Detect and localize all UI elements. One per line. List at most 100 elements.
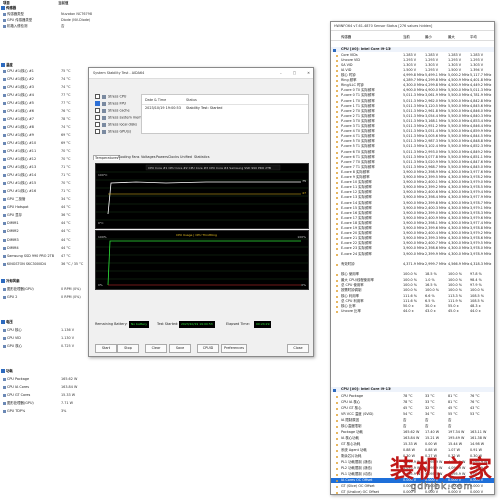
maximize-icon[interactable]: □ <box>293 68 296 78</box>
sensor-section[interactable]: 冷却风扇 <box>0 278 92 284</box>
sensor-row[interactable]: CPU #1/核心 #1 75 °C <box>0 68 92 74</box>
stress-option[interactable]: Stress system memory <box>95 115 147 120</box>
stress-option[interactable]: Stress CPU <box>95 94 126 99</box>
col-average[interactable]: 平均 <box>470 35 477 40</box>
col-maximum[interactable]: 最大 <box>448 35 455 40</box>
hwinfo-sensor-row[interactable]: CPU Package 78 °C 33 °C 81 °C 76 °C <box>331 394 494 399</box>
sensor-row[interactable]: CPU #1/核心 #9 69 °C <box>0 132 92 138</box>
stability-button[interactable]: Clear <box>145 344 167 353</box>
sensor-row[interactable]: DIMM3 44 °C <box>0 237 92 243</box>
sensor-row[interactable]: GPU 显存 36 °C <box>0 212 92 218</box>
stability-button[interactable]: Close <box>287 344 309 353</box>
stability-button[interactable]: Stop <box>117 344 139 353</box>
sensor-section[interactable]: 电压 <box>0 319 92 325</box>
graph-tab[interactable]: Unified <box>180 155 192 159</box>
stress-option[interactable]: Stress local disks <box>95 122 137 127</box>
sensor-row[interactable]: GPU 核心 0.725 V <box>0 343 92 349</box>
stability-button[interactable]: CPUID <box>197 344 219 353</box>
stability-button[interactable]: Save <box>169 344 191 353</box>
col-current[interactable]: 当前 <box>403 35 410 40</box>
sensor-row[interactable]: CPU #1/核心 #15 70 °C <box>0 180 92 186</box>
hwinfo-sensor-row[interactable]: IA 核心功耗 163.84 W 15.21 W 195.49 W 161.38 W <box>331 436 494 441</box>
stability-button[interactable]: Preferences <box>221 344 247 353</box>
sensor-row[interactable]: KINGSTON SKC3000D4 36 °C / 35 °C <box>0 261 92 267</box>
hwinfo-sensor-row[interactable]: 按需时钟调制 100.0 % 100.0 % 100.0 % 100.0 % <box>331 288 494 293</box>
sensor-row[interactable]: CPU #1/核心 #11 70 °C <box>0 148 92 154</box>
sensor-row[interactable]: CPU #1/核心 #14 71 °C <box>0 172 92 178</box>
hwinfo-sensor-row[interactable]: 有效时钟 4,371.9 MHz 2,999.7 MHz 4,566.9 MHz 4,3… <box>331 262 494 267</box>
hwinfo-sensor-row[interactable]: CPU IA 核心 78 °C 33 °C 81 °C 76 °C <box>331 400 494 405</box>
sensor-row[interactable]: CPU #1/核心 #8 74 °C <box>0 124 92 130</box>
hwinfo-sensor-row[interactable]: P-core 0 T1 实际频率 5,011.3 MHz 3,061.9 MHz 5,… <box>331 93 494 98</box>
sensor-row[interactable]: CPU #1/核心 #5 77 °C <box>0 100 92 106</box>
hwinfo-sensor-row[interactable]: 系统 Agent 功耗 0.88 W 0.88 W 1.07 W 0.91 W <box>331 448 494 453</box>
sensor-row[interactable]: CPU Package 165.62 W <box>0 376 92 382</box>
hwinfo-sensor-row[interactable]: GT 核心功耗 15.33 W 0.00 W 15.44 W 14.98 W <box>331 442 494 447</box>
checkbox[interactable] <box>95 108 100 113</box>
stress-option[interactable]: Stress FPU <box>95 101 126 106</box>
graph-tab[interactable]: Temperatures <box>93 155 121 160</box>
checkbox[interactable] <box>95 122 100 127</box>
hwinfo-sensor-row[interactable]: 核心温度限制 否 否 否 <box>331 424 494 429</box>
hwinfo-sensor-row[interactable]: Package 功耗 165.62 W 17.40 W 197.34 W 163.11 … <box>331 430 494 435</box>
checkbox[interactable] <box>95 129 100 134</box>
sensor-row[interactable]: CPU #1/核心 #2 74 °C <box>0 76 92 82</box>
hwinfo-sensor-row[interactable]: E-core 23 实际频率 3,900.0 MHz 2,398.6 MHz 4,30… <box>331 246 494 251</box>
graph-tab[interactable]: Powers <box>156 155 168 159</box>
sensor-section[interactable]: 功耗 <box>0 368 92 374</box>
sensor-row[interactable]: CPU #1/核心 #13 71 °C <box>0 164 92 170</box>
sensor-row[interactable]: GPU 2 0 RPM (0%) <box>0 294 92 300</box>
sensor-row[interactable]: CPU #1/核心 #7 78 °C <box>0 116 92 122</box>
sensor-row[interactable]: GPU 二极管 34 °C <box>0 196 92 202</box>
stability-button[interactable]: Start <box>95 344 117 353</box>
sensor-label: GPU 2 <box>7 295 18 299</box>
sensor-value: 0 RPM (0%) <box>61 287 81 291</box>
hwinfo-sensor-row[interactable]: E-core 24 实际频率 3,900.0 MHz 2,399.9 MHz 4,30… <box>331 252 494 257</box>
graph-tab[interactable]: Cooling Fans <box>118 155 139 159</box>
sensor-row[interactable]: CPU IA Cores 163.84 W <box>0 384 92 390</box>
sensor-row[interactable]: 图形处理器(GPU) 7.71 W <box>0 400 92 406</box>
sensor-row[interactable]: CPU #1/核心 #4 77 °C <box>0 92 92 98</box>
sensor-row[interactable]: CPU #1/核心 #3 74 °C <box>0 84 92 90</box>
col-sensor[interactable]: 传感器 <box>341 35 351 40</box>
stress-option[interactable]: Stress cache <box>95 108 130 113</box>
hwinfo-group-row[interactable]: CPU [#0]: Intel Core i9-13900K <box>331 47 494 53</box>
sensor-row[interactable]: CPU #1/核心 #12 70 °C <box>0 156 92 162</box>
graph-tab[interactable]: Statistics <box>194 155 210 159</box>
sensor-row[interactable]: GPU Hotspot 44 °C <box>0 204 92 210</box>
sensor-icon <box>336 181 338 184</box>
sensor-row[interactable]: CPU #1/核心 #6 76 °C <box>0 108 92 114</box>
stress-option[interactable]: Stress GPU(s) <box>95 129 131 134</box>
hwinfo-sensor-row[interactable]: Uncore 比率 44.0 x 43.0 x 45.0 x 44.0 x <box>331 309 494 314</box>
hwinfo-sensor-row[interactable]: 核心 使用率 100.0 % 18.5 % 100.0 % 97.8 % <box>331 272 494 277</box>
hwinfo-sensor-row[interactable]: P-core 5 T1 实际频率 5,011.3 MHz 3,102.4 MHz 5,… <box>331 144 494 149</box>
hwinfo-sensor-row[interactable]: VR VCC 温度 (SVID) 54 °C 34 °C 55 °C 53 °C <box>331 412 494 417</box>
close-icon[interactable]: ✕ <box>307 68 310 78</box>
checkbox[interactable] <box>95 94 100 99</box>
hwinfo-sensor-row[interactable]: E-core 13 实际频率 3,900.0 MHz 2,398.4 MHz 4,30… <box>331 195 494 200</box>
checkbox[interactable] <box>95 101 100 106</box>
checkbox[interactable] <box>95 115 100 120</box>
graph-tab[interactable]: Clocks <box>168 155 179 159</box>
sensor-row[interactable]: CPU #1/核心 #16 71 °C <box>0 188 92 194</box>
hwinfo-group-row[interactable]: CPU [#0]: Intel Core i9-13900K: DTS <box>331 387 494 393</box>
hwinfo-titlebar[interactable]: HWiNFO64 v7.61-4870 Sensor Status [276 v… <box>331 22 494 31</box>
sensor-row[interactable]: 机箱入侵检测 否 <box>0 23 92 29</box>
sensor-row[interactable]: GPU TDP% 3% <box>0 408 92 414</box>
hwinfo-cell: 核心温度限制 <box>341 424 362 428</box>
sensor-row[interactable]: DIMM1 44 °C <box>0 220 92 226</box>
sensor-row[interactable]: CPU #1/核心 #10 69 °C <box>0 140 92 146</box>
sensor-row[interactable]: CPU VID 1.130 V <box>0 335 92 341</box>
sensor-row[interactable]: CPU 核心 1.136 V <box>0 327 92 333</box>
hwinfo-sensor-row[interactable]: CPU GT 核心 45 °C 32 °C 45 °C 43 °C <box>331 406 494 411</box>
sensor-row[interactable]: CPU GT Cores 15.33 W <box>0 392 92 398</box>
sensor-row[interactable]: 图形处理器(GPU) 0 RPM (0%) <box>0 286 92 292</box>
window-titlebar[interactable]: System Stability Test - AIDA64 – □ ✕ <box>89 68 313 79</box>
graph-tab[interactable]: Voltages <box>141 155 155 159</box>
col-minimum[interactable]: 最小 <box>425 35 432 40</box>
hwinfo-sensor-row[interactable]: IA 限制原因 否 否 否 <box>331 418 494 423</box>
sensor-row[interactable]: DIMM2 44 °C <box>0 228 92 234</box>
sensor-row[interactable]: DIMM4 44 °C <box>0 245 92 251</box>
sensor-row[interactable]: Samsung SSD 990 PRO 2TB 47 °C <box>0 253 92 259</box>
minimize-icon[interactable]: – <box>280 68 282 78</box>
